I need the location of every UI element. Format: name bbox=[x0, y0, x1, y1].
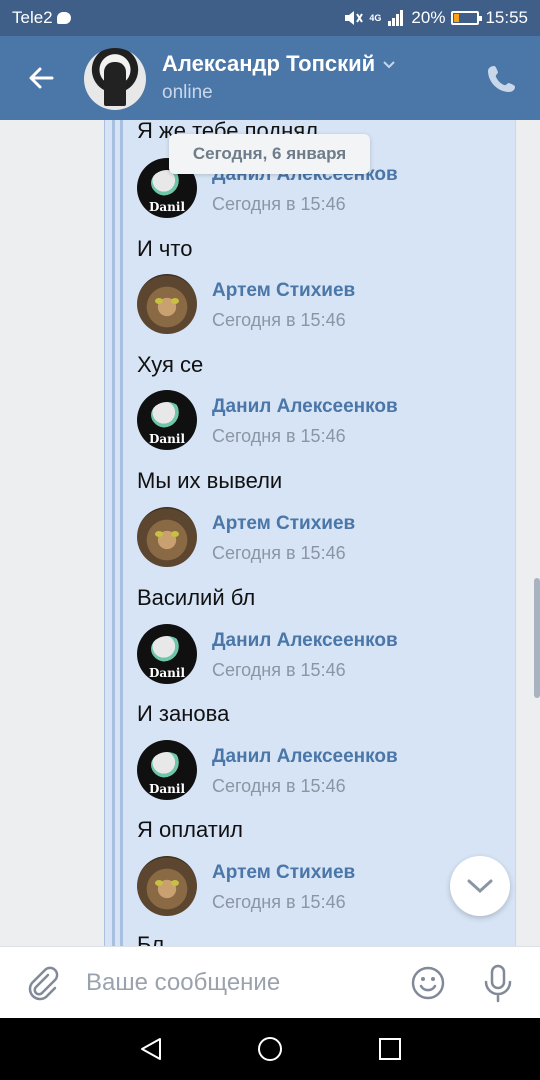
sender-avatar[interactable]: Danil bbox=[137, 390, 197, 450]
message-text: И занова bbox=[137, 701, 230, 726]
microphone-icon[interactable] bbox=[480, 963, 516, 1003]
network-type-label: 4G bbox=[369, 13, 382, 23]
scrollbar-thumb[interactable] bbox=[534, 578, 540, 698]
message-text: Бл bbox=[137, 932, 165, 946]
sender-name[interactable]: Артем Стихиев bbox=[212, 513, 355, 535]
paperclip-icon[interactable] bbox=[24, 965, 60, 1001]
carrier-label: Tele2 bbox=[12, 8, 53, 27]
nav-recent-icon[interactable] bbox=[378, 1037, 402, 1061]
contact-avatar[interactable] bbox=[84, 48, 146, 110]
sender-avatar[interactable]: Danil bbox=[137, 624, 197, 684]
sender-avatar[interactable] bbox=[137, 274, 197, 334]
message-sender[interactable]: Danil Данил Алексеенков Сегодня в 15:46 bbox=[137, 740, 497, 800]
battery-percent: 20% bbox=[411, 8, 446, 27]
nav-home-icon[interactable] bbox=[256, 1035, 284, 1063]
message-input[interactable] bbox=[86, 965, 386, 1001]
sender-name[interactable]: Данил Алексеенков bbox=[212, 396, 398, 418]
sender-name[interactable]: Данил Алексеенков bbox=[212, 630, 398, 652]
nav-back-icon[interactable] bbox=[138, 1036, 164, 1062]
mute-icon bbox=[345, 11, 364, 25]
avatar-text: Danil bbox=[149, 200, 186, 214]
forward-line bbox=[120, 120, 123, 946]
forward-line bbox=[112, 120, 115, 946]
system-nav-bar bbox=[0, 1018, 540, 1080]
contact-name: Александр Топский bbox=[162, 51, 376, 76]
signal-icon bbox=[388, 10, 404, 26]
chat-header: Александр Топский online bbox=[0, 36, 540, 120]
message-sender[interactable]: Danil Данил Алексеенков Сегодня в 15:46 bbox=[137, 624, 497, 684]
message-time: Сегодня в 15:46 bbox=[212, 660, 346, 680]
clock: 15:55 bbox=[485, 8, 528, 27]
contact-name-dropdown[interactable]: Александр Топский bbox=[162, 51, 395, 77]
message-sender[interactable]: Danil Данил Алексеенков Сегодня в 15:46 bbox=[137, 390, 497, 450]
avatar-text: Danil bbox=[149, 432, 186, 446]
back-arrow-icon[interactable] bbox=[22, 58, 62, 98]
chevron-down-icon bbox=[383, 61, 395, 69]
message-time: Сегодня в 15:46 bbox=[212, 776, 346, 796]
chevron-down-icon bbox=[467, 879, 493, 894]
message-text: Хуя се bbox=[137, 352, 204, 377]
contact-status: online bbox=[162, 82, 213, 103]
message-sender[interactable]: Артем Стихиев Сегодня в 15:46 bbox=[137, 507, 497, 567]
phone-icon[interactable] bbox=[486, 62, 518, 94]
smile-icon[interactable] bbox=[410, 965, 446, 1001]
message-sender[interactable]: Артем Стихиев Сегодня в 15:46 bbox=[137, 274, 497, 334]
message-time: Сегодня в 15:46 bbox=[212, 194, 346, 214]
avatar-text: Danil bbox=[149, 666, 186, 680]
sender-name[interactable]: Артем Стихиев bbox=[212, 280, 355, 302]
avatar-text: Danil bbox=[149, 782, 186, 796]
message-composer bbox=[0, 946, 540, 1018]
message-time: Сегодня в 15:46 bbox=[212, 543, 346, 563]
sender-avatar[interactable] bbox=[137, 856, 197, 916]
message-sender[interactable]: Артем Стихиев Сегодня в 15:46 bbox=[137, 856, 497, 916]
message-notification-icon bbox=[56, 12, 71, 24]
message-text: Василий бл bbox=[137, 585, 256, 610]
sender-name[interactable]: Данил Алексеенков bbox=[212, 746, 398, 768]
sender-name[interactable]: Артем Стихиев bbox=[212, 862, 355, 884]
status-bar: Tele2 4G 20% 15:55 bbox=[0, 0, 540, 36]
message-text: И что bbox=[137, 236, 193, 261]
sender-avatar[interactable]: Danil bbox=[137, 740, 197, 800]
scroll-to-bottom-button[interactable] bbox=[450, 856, 510, 916]
message-time: Сегодня в 15:46 bbox=[212, 310, 346, 330]
message-time: Сегодня в 15:46 bbox=[212, 426, 346, 446]
message-time: Сегодня в 15:46 bbox=[212, 892, 346, 912]
message-text: Мы их вывели bbox=[137, 468, 283, 493]
date-separator: Сегодня, 6 января bbox=[169, 134, 370, 174]
battery-icon bbox=[451, 11, 483, 25]
message-list[interactable]: Я же тебе поднял Danil Данил Алексеенков… bbox=[0, 120, 540, 946]
message-text: Я оплатил bbox=[137, 817, 243, 842]
sender-avatar[interactable] bbox=[137, 507, 197, 567]
